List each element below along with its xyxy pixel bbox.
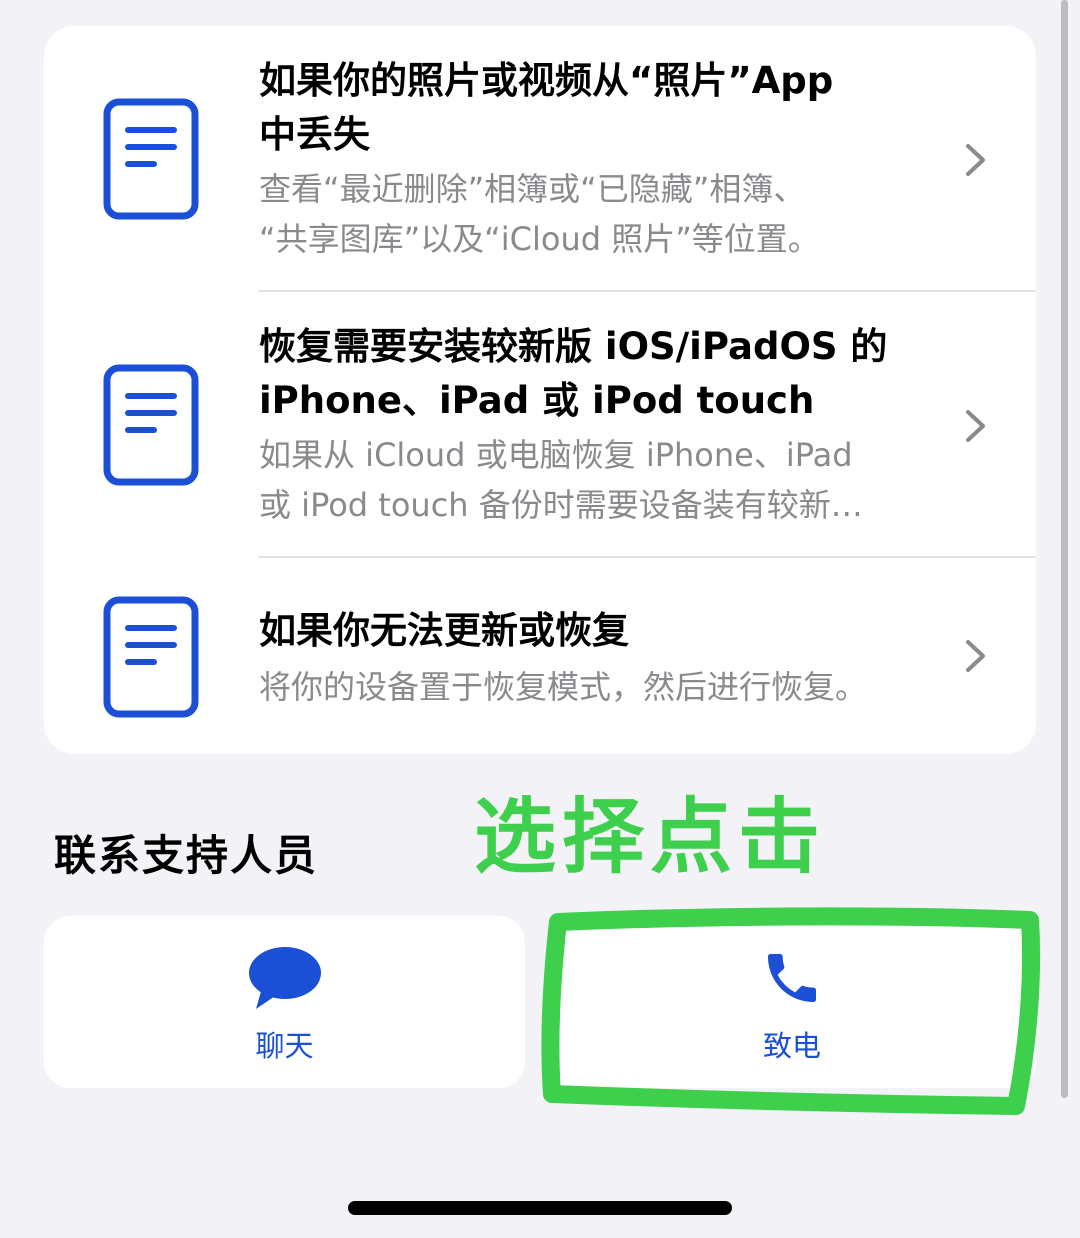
article-title: 恢复需要安装较新版 iOS/iPadOS 的 iPhone、iPad 或 iPo… <box>259 325 888 422</box>
document-icon <box>103 364 199 486</box>
article-title: 如果你的照片或视频从“照片”App 中丢失 <box>259 59 834 156</box>
chat-button[interactable]: 聊天 <box>44 916 525 1088</box>
help-articles-card: 如果你的照片或视频从“照片”App 中丢失 查看“最近删除”相簿或“已隐藏”相簿… <box>44 26 1036 754</box>
document-icon <box>103 596 199 718</box>
article-subtitle: 如果从 iCloud 或电脑恢复 iPhone、iPad 或 iPod touc… <box>259 436 863 524</box>
contact-support-heading: 联系支持人员 <box>54 831 319 880</box>
annotation-text: 选择点击 <box>474 790 827 885</box>
chevron-right-icon <box>964 142 988 178</box>
article-row-restore-newer-ios[interactable]: 恢复需要安装较新版 iOS/iPadOS 的 iPhone、iPad 或 iPo… <box>44 292 1036 558</box>
chevron-right-icon <box>964 408 988 444</box>
phone-icon <box>760 946 824 1014</box>
article-row-photos-missing[interactable]: 如果你的照片或视频从“照片”App 中丢失 查看“最近删除”相簿或“已隐藏”相簿… <box>44 26 1036 292</box>
article-title: 如果你无法更新或恢复 <box>259 609 629 652</box>
call-button[interactable]: 致电 <box>548 916 1036 1088</box>
home-indicator[interactable] <box>348 1201 732 1215</box>
chevron-right-icon <box>964 638 988 674</box>
chat-label: 聊天 <box>255 1029 314 1063</box>
scrollbar[interactable] <box>1061 0 1068 1098</box>
article-subtitle: 将你的设备置于恢复模式，然后进行恢复。 <box>259 668 868 706</box>
document-icon <box>103 98 199 220</box>
article-subtitle: 查看“最近删除”相簿或“已隐藏”相簿、 “共享图库”以及“iCloud 照片”等… <box>259 170 820 258</box>
article-row-cannot-update[interactable]: 如果你无法更新或恢复 将你的设备置于恢复模式，然后进行恢复。 <box>44 558 1036 754</box>
call-label: 致电 <box>762 1029 821 1063</box>
speech-bubble-icon <box>248 946 322 1016</box>
